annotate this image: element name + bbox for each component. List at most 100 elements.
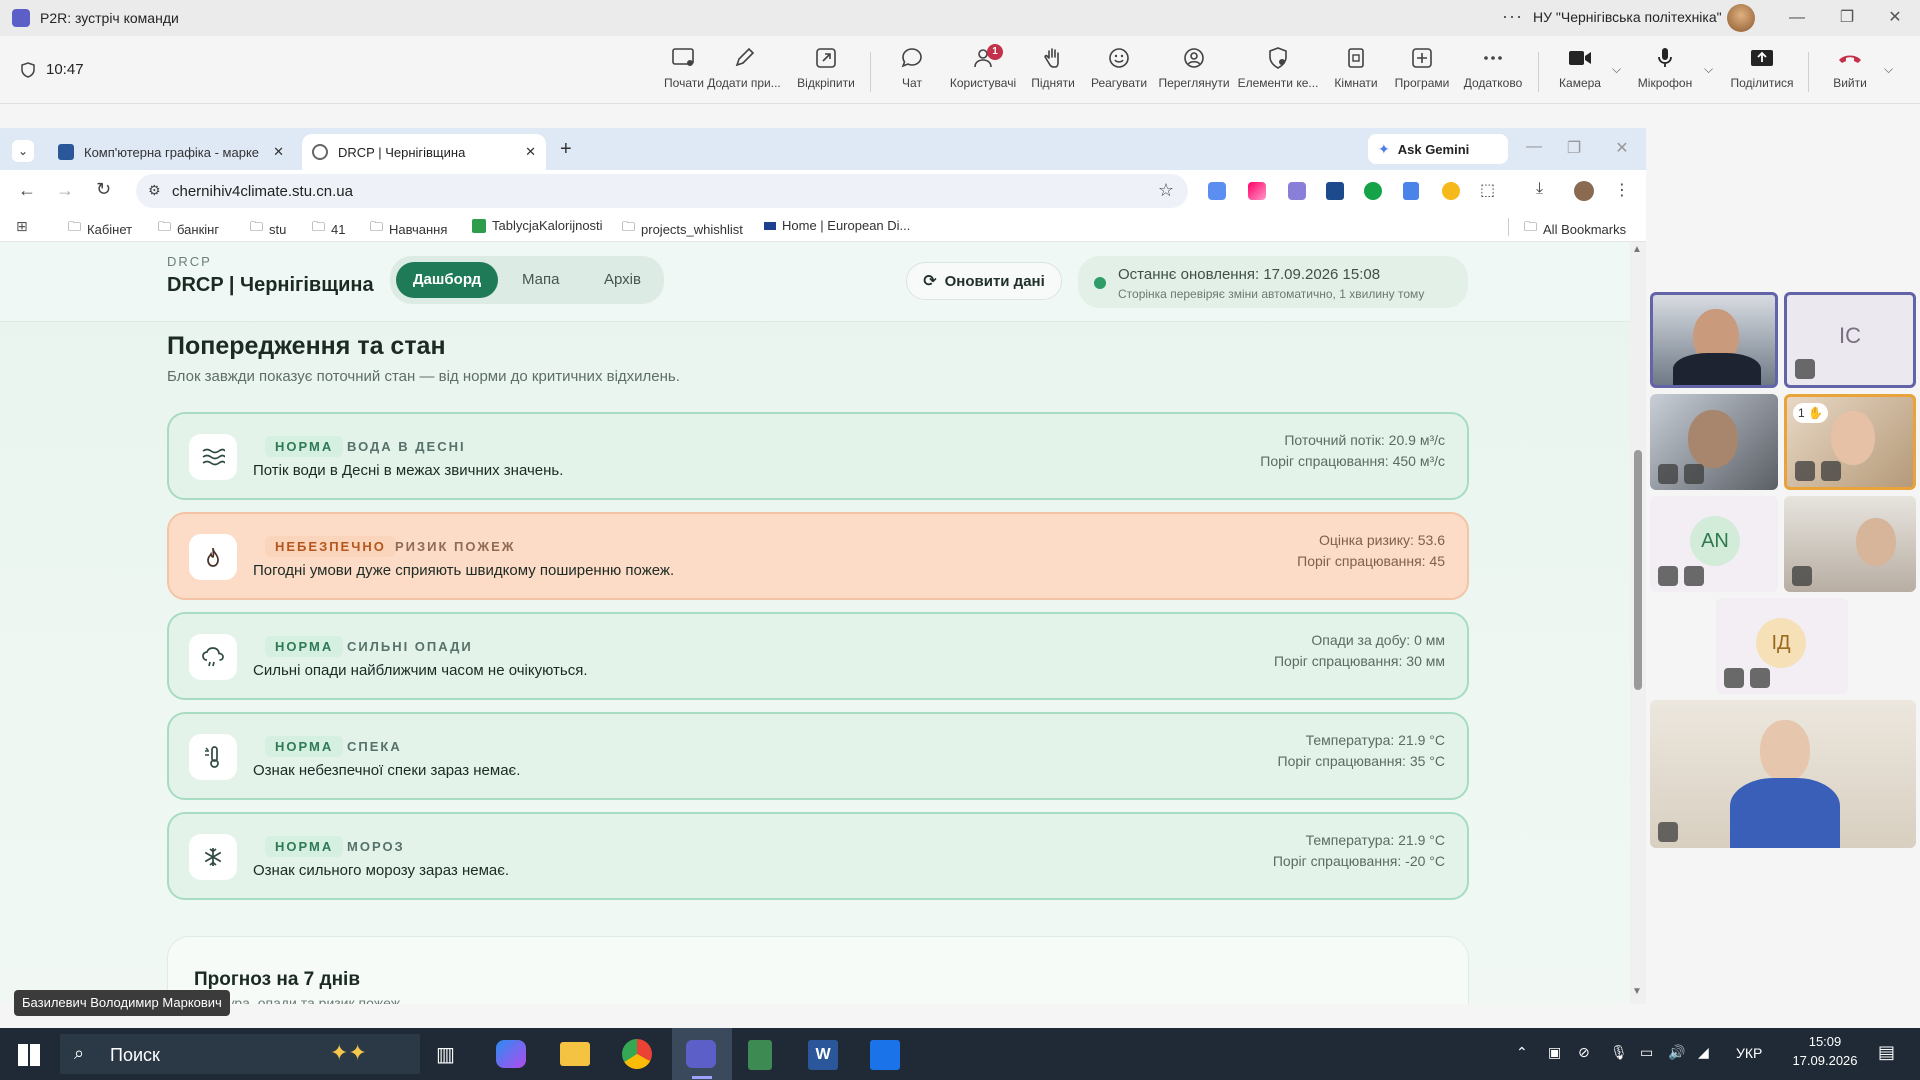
extensions-puzzle-icon[interactable]: ⬚ xyxy=(1480,180,1495,200)
apps-button[interactable]: Програми xyxy=(1390,46,1454,100)
taskbar-clock[interactable]: 15:09 17.09.2026 xyxy=(1778,1034,1872,1068)
tab-search-chevron-icon[interactable]: ⌄ xyxy=(12,140,34,162)
microphone-button[interactable]: Мікрофон xyxy=(1630,46,1700,100)
app-icon[interactable] xyxy=(870,1040,900,1070)
downloads-icon[interactable]: ⤓ xyxy=(1536,180,1543,198)
react-button[interactable]: Реагувати xyxy=(1090,46,1148,100)
participant-tile[interactable]: ІД xyxy=(1716,598,1848,694)
grammar-extension-icon[interactable] xyxy=(1364,182,1382,200)
tray-chevron-icon[interactable]: ⌃ xyxy=(1516,1044,1528,1061)
reload-icon[interactable]: ↻ xyxy=(96,179,111,200)
camera-button[interactable]: Камера xyxy=(1552,46,1608,100)
ps-extension-icon[interactable] xyxy=(1326,182,1344,200)
close-icon[interactable]: ✕ xyxy=(1872,4,1918,32)
mic-tray-icon[interactable]: 🎙 xyxy=(1610,1044,1628,1061)
bookmark-item[interactable]: Home | European Di... xyxy=(764,218,910,233)
color-extension-icon[interactable] xyxy=(1248,182,1266,200)
language-indicator[interactable]: УКР xyxy=(1736,1045,1762,1061)
apps-grid-icon[interactable]: ⊞ xyxy=(16,218,28,235)
tab-close-icon[interactable]: ✕ xyxy=(525,144,536,160)
bookmark-star-icon[interactable]: ☆ xyxy=(1158,180,1174,201)
maximize-icon[interactable]: ❐ xyxy=(1824,4,1870,32)
browser-menu-icon[interactable]: ⋮ xyxy=(1614,180,1630,200)
minimize-icon[interactable]: — xyxy=(1774,4,1820,32)
ask-gemini-button[interactable]: ✦ Ask Gemini xyxy=(1368,134,1508,164)
start-windows-icon[interactable] xyxy=(18,1044,40,1066)
tray-app-icon[interactable]: ▣ xyxy=(1548,1044,1561,1061)
meeting-controls-button[interactable]: Елементи ке... xyxy=(1236,46,1320,100)
leave-options-chevron-icon[interactable]: ⌵ xyxy=(1884,62,1893,77)
bookmark-item[interactable]: 🗀 projects_whishlist xyxy=(622,218,743,240)
rooms-button[interactable]: Кімнати xyxy=(1328,46,1384,100)
scroll-thumb[interactable] xyxy=(1634,450,1642,690)
teams-taskbar-button[interactable] xyxy=(672,1028,732,1080)
file-explorer-icon[interactable] xyxy=(560,1042,590,1066)
taskbar-search[interactable]: ⌕ Поиск ✦✦ xyxy=(60,1034,420,1074)
camera-off-tray-icon[interactable]: ⊘ xyxy=(1578,1044,1590,1061)
nav-map[interactable]: Мапа xyxy=(522,271,559,288)
participant-tile[interactable]: 1 ✋ xyxy=(1784,394,1916,490)
brand-title[interactable]: DRCP | Чернігівщина xyxy=(167,274,374,297)
browser-maximize-icon[interactable]: ❐ xyxy=(1554,138,1594,158)
participant-tile[interactable] xyxy=(1784,496,1916,592)
more-button[interactable]: Додатково xyxy=(1458,46,1528,100)
browser-close-icon[interactable]: ✕ xyxy=(1602,138,1642,158)
calculator-icon[interactable] xyxy=(748,1040,772,1070)
notes-extension-icon[interactable] xyxy=(1442,182,1460,200)
bookmark-item[interactable]: 🗀 Навчання xyxy=(370,218,447,240)
browser-minimize-icon[interactable]: — xyxy=(1514,138,1554,156)
tab-computer-graphics[interactable]: Комп'ютерна графіка - марке ✕ xyxy=(48,134,294,170)
people-button[interactable]: 1 Користувачі xyxy=(945,44,1021,100)
all-bookmarks[interactable]: 🗀 All Bookmarks xyxy=(1524,218,1626,240)
wifi-icon[interactable]: ◢ xyxy=(1698,1044,1709,1061)
raise-hand-button[interactable]: Підняти xyxy=(1026,46,1080,100)
task-view-icon[interactable]: ▥ xyxy=(436,1042,455,1067)
pen-extension-icon[interactable] xyxy=(1288,182,1306,200)
leave-button[interactable]: Вийти xyxy=(1820,46,1880,100)
site-info-icon[interactable]: ⚙ xyxy=(148,182,161,199)
chrome-icon[interactable] xyxy=(622,1039,652,1069)
doc-extension-icon[interactable] xyxy=(1403,182,1419,200)
bookmark-item[interactable]: 🗀 Кабінет xyxy=(68,218,132,240)
tab-close-icon[interactable]: ✕ xyxy=(273,144,284,160)
bookmark-item[interactable]: TablycjaKalorijnosti xyxy=(472,218,603,233)
user-avatar[interactable] xyxy=(1727,4,1755,32)
profile-avatar[interactable] xyxy=(1574,181,1594,201)
refresh-button[interactable]: ⟳ Оновити дані xyxy=(906,262,1062,300)
notifications-icon[interactable]: ▤ xyxy=(1878,1042,1895,1063)
address-bar[interactable]: ⚙ chernihiv4climate.stu.cn.ua ☆ xyxy=(136,174,1188,208)
organization-name[interactable]: НУ "Чернігівська політехніка" xyxy=(1533,9,1722,25)
new-tab-icon[interactable]: + xyxy=(560,138,572,161)
participant-tile[interactable] xyxy=(1650,394,1778,490)
annotate-button[interactable]: Додати при... xyxy=(704,46,784,100)
more-options-icon[interactable]: ··· xyxy=(1502,6,1523,27)
battery-icon[interactable]: ▭ xyxy=(1640,1044,1653,1061)
clock-date: 17.09.2026 xyxy=(1792,1053,1858,1068)
forward-icon[interactable]: → xyxy=(56,180,74,201)
volume-icon[interactable]: 🔊 xyxy=(1668,1044,1685,1061)
view-button[interactable]: Переглянути xyxy=(1156,46,1232,100)
tab-drcp[interactable]: DRCP | Чернігівщина ✕ xyxy=(302,134,546,170)
word-icon[interactable]: W xyxy=(808,1040,838,1070)
nav-dashboard[interactable]: Дашборд xyxy=(396,262,498,298)
mic-options-chevron-icon[interactable]: ⌵ xyxy=(1704,62,1713,77)
chat-button[interactable]: Чат xyxy=(885,46,939,100)
participant-tile[interactable] xyxy=(1650,292,1778,388)
participant-tile[interactable] xyxy=(1650,700,1916,848)
participant-tile[interactable]: AN xyxy=(1650,496,1778,592)
camera-options-chevron-icon[interactable]: ⌵ xyxy=(1612,62,1621,77)
presenter-name-label: Базилевич Володимир Маркович xyxy=(14,990,230,1016)
bookmark-item[interactable]: 🗀 stu xyxy=(250,218,286,240)
share-button[interactable]: Поділитися xyxy=(1724,46,1800,100)
page-scrollbar[interactable]: ▲ ▼ xyxy=(1630,242,1646,1004)
bookmark-item[interactable]: 🗀 41 xyxy=(312,218,345,240)
back-icon[interactable]: ← xyxy=(18,180,36,201)
scroll-up-icon[interactable]: ▲ xyxy=(1632,244,1642,255)
copilot-icon[interactable] xyxy=(496,1040,526,1068)
pop-out-button[interactable]: Відкріпити xyxy=(790,46,862,100)
nav-archive[interactable]: Архів xyxy=(604,271,641,288)
participant-tile[interactable]: IC xyxy=(1784,292,1916,388)
translate-extension-icon[interactable] xyxy=(1208,182,1226,200)
bookmark-item[interactable]: 🗀 банкінг xyxy=(158,218,219,240)
scroll-down-icon[interactable]: ▼ xyxy=(1632,986,1642,997)
